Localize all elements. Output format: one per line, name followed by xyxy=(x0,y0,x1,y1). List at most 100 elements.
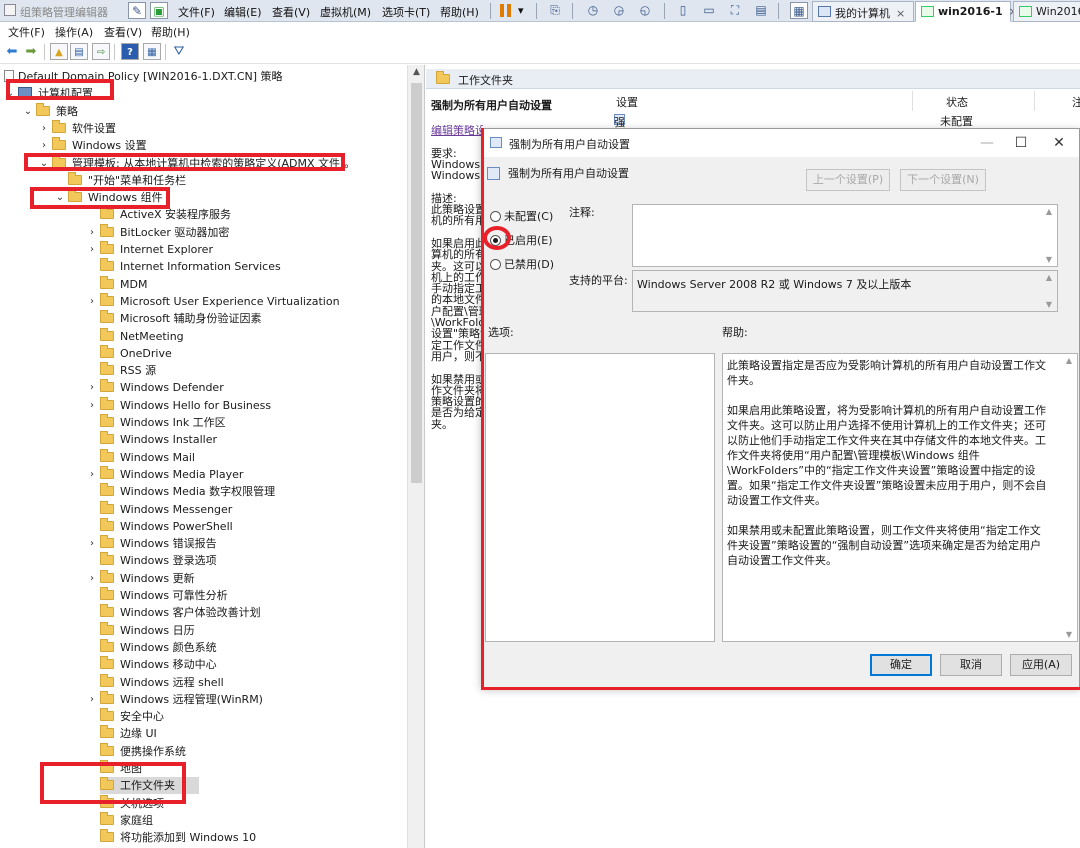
column-comment[interactable]: 注 xyxy=(1072,94,1080,110)
radio-circle[interactable] xyxy=(490,259,501,270)
scroll-down-icon[interactable]: ▼ xyxy=(1061,630,1077,639)
tree-item[interactable]: Internet Information Services xyxy=(100,258,281,275)
scroll-thumb[interactable] xyxy=(411,83,422,483)
tree-item[interactable]: › Windows 错误报告 xyxy=(90,535,217,552)
vm-menu-vm[interactable]: 虚拟机(M) xyxy=(320,4,371,20)
tab-my-computer[interactable]: 我的计算机 × xyxy=(812,1,914,22)
apply-button[interactable]: 应用(A) xyxy=(1010,654,1072,676)
unity-icon[interactable]: ▤ xyxy=(752,2,770,19)
comment-textarea[interactable]: ▲ ▼ xyxy=(632,204,1058,267)
tree-item[interactable]: › Windows Hello for Business xyxy=(90,396,271,414)
scroll-up-icon[interactable]: ▲ xyxy=(1061,356,1077,365)
tree-item[interactable]: Windows 移动中心 xyxy=(100,656,217,673)
show-hide-tree-icon[interactable]: ▤ xyxy=(70,43,88,60)
expand-arrow-icon[interactable]: › xyxy=(86,570,98,587)
menu-file[interactable]: 文件(F) xyxy=(8,24,45,40)
snapshot-manager-icon[interactable]: ◵ xyxy=(636,2,654,19)
tree-item[interactable]: MDM xyxy=(100,275,147,293)
expand-arrow-icon[interactable]: › xyxy=(86,293,98,310)
tree-item[interactable]: Windows 颜色系统 xyxy=(100,638,217,656)
tree-item[interactable]: ⌄ Windows 组件 xyxy=(56,189,163,206)
tree-item[interactable]: 工作文件夹 xyxy=(100,777,199,795)
tree-item[interactable]: 关机选项 xyxy=(100,794,164,812)
tree-item[interactable]: "开始"菜单和任务栏 xyxy=(68,171,186,189)
tree-item[interactable]: › Windows 设置 xyxy=(42,137,147,154)
tree-item[interactable]: Windows Media 数字权限管理 xyxy=(100,483,275,500)
help-icon[interactable]: ? xyxy=(121,43,139,60)
collapse-arrow-icon[interactable]: ⌄ xyxy=(22,103,34,120)
library-view-icon[interactable]: ▯ xyxy=(674,2,692,19)
close-icon[interactable]: ✕ xyxy=(1044,133,1074,153)
collapse-arrow-icon[interactable]: ⌄ xyxy=(54,189,66,206)
scroll-up-icon[interactable]: ▲ xyxy=(1041,273,1057,282)
tab-win2016-1[interactable]: win2016-1× xyxy=(915,1,1018,22)
tree-item[interactable]: Windows 登录选项 xyxy=(100,552,217,569)
tree-item[interactable]: › Windows Media Player xyxy=(90,465,243,483)
expand-arrow-icon[interactable]: › xyxy=(86,535,98,552)
vm-menu-edit[interactable]: 编辑(E) xyxy=(224,4,262,20)
up-folder-icon[interactable]: ▲ xyxy=(50,43,68,60)
back-icon[interactable]: ⬅ xyxy=(3,43,21,60)
pin-icon[interactable]: ✎ xyxy=(128,2,146,19)
expand-arrow-icon[interactable]: › xyxy=(86,397,98,414)
scroll-down-icon[interactable]: ▼ xyxy=(1041,300,1057,309)
tree-item[interactable]: ⌄ 管理模板: 从本地计算机中检索的策略定义(ADMX 文件)。 xyxy=(40,154,355,172)
vm-menu-view[interactable]: 查看(V) xyxy=(272,4,310,20)
vm-icon[interactable]: ▣ xyxy=(150,2,168,19)
tree-item[interactable]: 将功能添加到 Windows 10 xyxy=(100,829,256,846)
revert-snapshot-icon[interactable]: ◶ xyxy=(610,2,628,19)
pause-icon[interactable] xyxy=(500,4,512,17)
column-state[interactable]: 状态 xyxy=(946,94,968,110)
tree-item[interactable]: ActiveX 安装程序服务 xyxy=(100,206,231,223)
expand-arrow-icon[interactable]: › xyxy=(86,224,98,241)
fullscreen-icon[interactable]: ⛶ xyxy=(726,2,744,19)
ok-button[interactable]: 确定 xyxy=(870,654,932,676)
vm-menu-tabs[interactable]: 选项卡(T) xyxy=(382,4,430,20)
vm-menu-help[interactable]: 帮助(H) xyxy=(440,4,479,20)
expand-arrow-icon[interactable]: › xyxy=(38,137,50,154)
console-view-icon[interactable]: ▦ xyxy=(790,2,808,19)
tree-item[interactable]: Windows PowerShell xyxy=(100,517,233,535)
expand-arrow-icon[interactable]: › xyxy=(86,691,98,708)
properties-icon[interactable]: ▦ xyxy=(143,43,161,60)
tree-item[interactable]: Default Domain Policy [WIN2016-1.DXT.CN]… xyxy=(4,68,283,85)
tree-item[interactable]: RSS 源 xyxy=(100,362,156,379)
tree-item[interactable]: ⌄ 策略 xyxy=(24,102,78,120)
column-setting[interactable]: 设置 xyxy=(616,94,638,110)
tree-item[interactable]: Windows Mail xyxy=(100,448,195,466)
menu-help[interactable]: 帮助(H) xyxy=(151,24,190,40)
collapse-arrow-icon[interactable]: ⌄ xyxy=(4,85,16,102)
tree-item[interactable]: Windows 客户体验改善计划 xyxy=(100,604,261,621)
platform-scrollbar[interactable]: ▲ ▼ xyxy=(1041,271,1057,311)
previous-setting-button[interactable]: 上一个设置(P) xyxy=(806,169,890,191)
tree-item[interactable]: › Windows 更新 xyxy=(90,569,195,587)
comment-scrollbar[interactable]: ▲ ▼ xyxy=(1041,205,1057,266)
tree-item[interactable]: Windows Messenger xyxy=(100,500,232,518)
tree-item[interactable]: › Windows 远程管理(WinRM) xyxy=(90,690,263,708)
menu-view[interactable]: 查看(V) xyxy=(104,24,142,40)
cancel-button[interactable]: 取消 xyxy=(940,654,1002,676)
tree-item[interactable]: OneDrive xyxy=(100,344,172,362)
tree-item[interactable]: 家庭组 xyxy=(100,811,153,829)
tree-item[interactable]: Windows 可靠性分析 xyxy=(100,587,228,604)
edit-policy-link[interactable]: 编辑策略设置 xyxy=(431,125,483,136)
radio-not-configured[interactable]: 未配置(C) xyxy=(490,208,553,224)
scroll-up-icon[interactable]: ▲ xyxy=(1041,207,1057,216)
tree-item[interactable]: Windows Ink 工作区 xyxy=(100,414,226,431)
export-list-icon[interactable]: ⇨ xyxy=(92,43,110,60)
tree-item[interactable]: › BitLocker 驱动器加密 xyxy=(90,223,229,241)
snapshot-icon[interactable]: ◷ xyxy=(584,2,602,19)
forward-icon[interactable]: ➡ xyxy=(22,43,40,60)
table-row[interactable]: 强制为所有用户自动设置 未配置 xyxy=(612,112,1080,289)
tree-item[interactable]: 边缘 UI xyxy=(100,725,157,742)
tree-scrollbar[interactable]: ▲ xyxy=(407,65,424,848)
expand-arrow-icon[interactable]: › xyxy=(38,120,50,137)
tree-item[interactable]: › 软件设置 xyxy=(42,119,116,137)
menu-action[interactable]: 操作(A) xyxy=(55,24,93,40)
expand-arrow-icon[interactable]: › xyxy=(86,466,98,483)
tree-item[interactable]: 便携操作系统 xyxy=(100,742,186,760)
tree-item[interactable]: › Internet Explorer xyxy=(90,241,213,258)
next-setting-button[interactable]: 下一个设置(N) xyxy=(900,169,986,191)
vm-menu-file[interactable]: 文件(F) xyxy=(178,4,215,20)
tree-item[interactable]: NetMeeting xyxy=(100,327,184,345)
